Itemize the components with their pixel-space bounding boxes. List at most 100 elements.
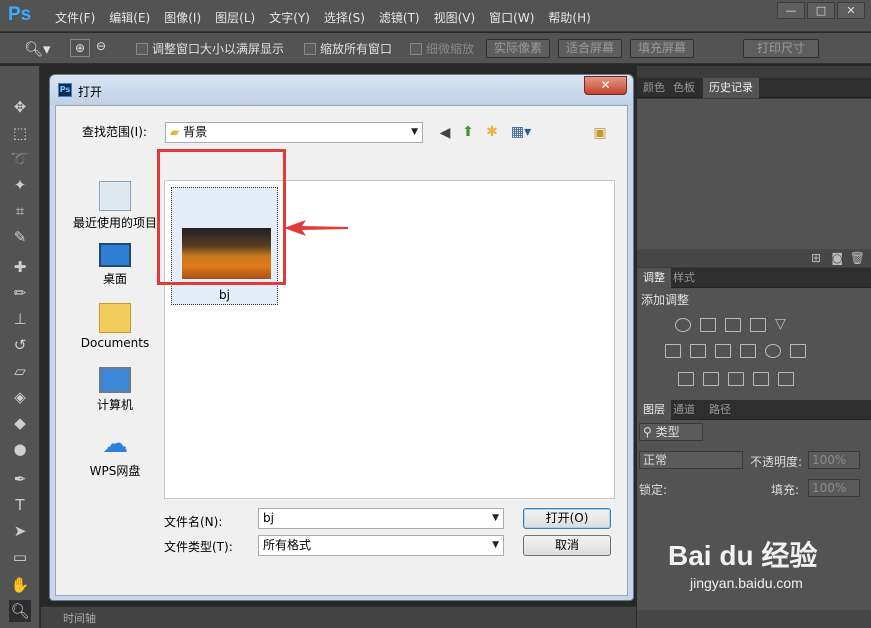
open-button[interactable]: 打开(O): [523, 508, 611, 529]
vibrance-icon[interactable]: ▽: [775, 317, 791, 332]
rectangle-tool-icon[interactable]: ▭: [9, 546, 31, 568]
zoom-all-option[interactable]: 缩放所有窗口: [304, 40, 392, 57]
menu-image[interactable]: 图像(I): [157, 9, 208, 26]
minimize-button[interactable]: —: [777, 2, 805, 19]
brush-tool-icon[interactable]: ✏: [9, 282, 31, 304]
cancel-button[interactable]: 取消: [523, 535, 611, 556]
eraser-tool-icon[interactable]: ▱: [9, 360, 31, 382]
menu-type[interactable]: 文字(Y): [262, 9, 317, 26]
blur-tool-icon[interactable]: ◆: [9, 412, 31, 434]
zoom-in-icon[interactable]: ⊕: [70, 39, 90, 57]
menu-select[interactable]: 选择(S): [317, 9, 372, 26]
place-desktop[interactable]: 桌面: [70, 243, 160, 287]
hand-tool-icon[interactable]: ✋: [9, 574, 31, 596]
fill-screen-button[interactable]: 填充屏幕: [630, 39, 694, 58]
zoom-tool-icon[interactable]: 🔍︎▾: [24, 40, 51, 58]
tab-layers[interactable]: 图层: [637, 400, 671, 420]
color-lookup-icon[interactable]: [790, 344, 806, 358]
camera-icon[interactable]: ◙: [831, 251, 843, 265]
pen-tool-icon[interactable]: ✒: [9, 468, 31, 490]
color-balance-icon[interactable]: [690, 344, 706, 358]
menu-view[interactable]: 视图(V): [427, 9, 483, 26]
favorite-folder-icon[interactable]: ▣: [591, 124, 609, 142]
crop-tool-icon[interactable]: ⌗: [9, 200, 31, 222]
place-computer[interactable]: 计算机: [70, 367, 160, 413]
fill-input[interactable]: 100%: [808, 479, 860, 497]
menu-edit[interactable]: 编辑(E): [102, 9, 157, 26]
photo-filter-icon[interactable]: [740, 344, 756, 358]
maximize-button[interactable]: □: [807, 2, 835, 19]
hue-icon[interactable]: [665, 344, 681, 358]
marquee-tool-icon[interactable]: ⬚: [9, 122, 31, 144]
place-recent[interactable]: 最近使用的项目: [70, 181, 160, 231]
chevron-down-icon: ▼: [492, 513, 499, 523]
brightness-icon[interactable]: [675, 318, 691, 332]
healing-brush-icon[interactable]: ✚: [9, 256, 31, 278]
back-icon[interactable]: ◀: [436, 124, 454, 142]
look-in-combo[interactable]: ▰ 背景 ▼: [165, 122, 423, 143]
new-folder-icon[interactable]: ✱: [483, 123, 501, 141]
up-folder-icon[interactable]: ⬆: [459, 123, 477, 141]
zoom-tool-active-icon[interactable]: 🔍︎: [9, 600, 31, 622]
filename-input[interactable]: bj ▼: [258, 508, 504, 529]
levels-icon[interactable]: [700, 318, 716, 332]
zoom-out-icon[interactable]: ⊖: [96, 39, 106, 53]
computer-icon: [99, 367, 131, 393]
menu-file[interactable]: 文件(F): [48, 9, 102, 26]
threshold-icon[interactable]: [728, 372, 744, 386]
black-white-icon[interactable]: [715, 344, 731, 358]
print-size-button[interactable]: 打印尺寸: [743, 39, 819, 58]
move-tool-icon[interactable]: ✥: [9, 96, 31, 118]
tab-adjustments[interactable]: 调整: [637, 268, 671, 288]
zoom-all-checkbox[interactable]: [304, 42, 316, 55]
lasso-tool-icon[interactable]: ➰: [9, 148, 31, 170]
dialog-body: 查找范围(I): ▰ 背景 ▼ ◀ ⬆ ✱ ▦▾ ▣ 最近使用的项目 桌面 Do…: [55, 105, 628, 596]
fit-screen-button[interactable]: 适合屏幕: [558, 39, 622, 58]
menu-help[interactable]: 帮助(H): [541, 9, 597, 26]
curves-icon[interactable]: [725, 318, 741, 332]
eyedropper-icon[interactable]: ✎: [9, 226, 31, 248]
invert-icon[interactable]: [678, 372, 694, 386]
adjustments-panel: 添加调整 ▽: [637, 288, 871, 400]
posterize-icon[interactable]: [703, 372, 719, 386]
opacity-input[interactable]: 100%: [808, 451, 860, 469]
place-wps[interactable]: ☁ WPS网盘: [70, 429, 160, 479]
paint-bucket-icon[interactable]: ◈: [9, 386, 31, 408]
menu-filter[interactable]: 滤镜(T): [372, 9, 427, 26]
magic-wand-icon[interactable]: ✦: [9, 174, 31, 196]
exposure-icon[interactable]: [750, 318, 766, 332]
menu-window[interactable]: 窗口(W): [482, 9, 541, 26]
place-documents[interactable]: Documents: [70, 303, 160, 350]
gradient-map-icon[interactable]: [753, 372, 769, 386]
resize-windows-checkbox[interactable]: [136, 42, 148, 55]
filetype-select[interactable]: 所有格式 ▼: [258, 535, 504, 556]
channel-mixer-icon[interactable]: [765, 344, 781, 358]
selective-color-icon[interactable]: [778, 372, 794, 386]
tab-paths[interactable]: 路径: [703, 400, 737, 420]
tab-history[interactable]: 历史记录: [703, 78, 759, 98]
blend-mode-select[interactable]: 正常: [639, 451, 743, 469]
tab-swatches[interactable]: 色板: [667, 78, 701, 98]
type-tool-icon[interactable]: T: [9, 494, 31, 516]
new-snapshot-icon[interactable]: ⊞: [811, 251, 821, 265]
dialog-title: 打开: [78, 85, 103, 99]
stamp-tool-icon[interactable]: ⊥: [9, 308, 31, 330]
layer-kind-filter[interactable]: ⚲ 类型: [639, 423, 703, 441]
scrubby-zoom-option[interactable]: 细微缩放: [410, 40, 474, 57]
actual-pixels-button[interactable]: 实际像素: [486, 39, 550, 58]
tab-channels[interactable]: 通道: [667, 400, 701, 420]
view-menu-icon[interactable]: ▦▾: [508, 123, 534, 141]
tab-styles[interactable]: 样式: [667, 268, 701, 288]
path-select-icon[interactable]: ➤: [9, 520, 31, 542]
scrubby-zoom-checkbox[interactable]: [410, 42, 422, 55]
dialog-close-button[interactable]: ✕: [584, 76, 627, 95]
history-brush-icon[interactable]: ↺: [9, 334, 31, 356]
dialog-titlebar: Ps 打开 ✕: [50, 75, 633, 105]
close-window-button[interactable]: ✕: [837, 2, 865, 19]
menu-layer[interactable]: 图层(L): [208, 9, 262, 26]
dodge-tool-icon[interactable]: ●: [9, 438, 31, 460]
tab-color[interactable]: 颜色: [637, 78, 671, 98]
trash-icon[interactable]: 🗑︎: [850, 251, 865, 265]
resize-windows-option[interactable]: 调整窗口大小以满屏显示: [136, 40, 284, 57]
adjust-panel-tabs: 调整 样式: [637, 268, 871, 288]
